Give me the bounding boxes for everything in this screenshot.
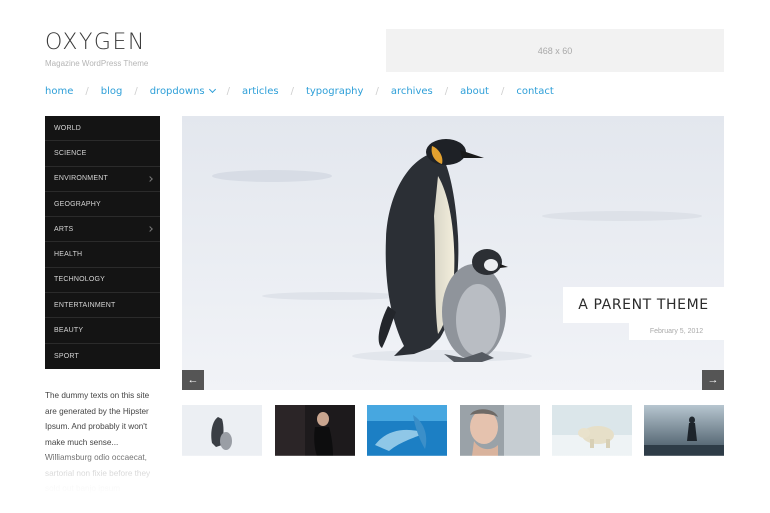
nav-articles[interactable]: articles — [242, 86, 279, 97]
category-label: GEOGRAPHY — [54, 200, 101, 208]
ad-banner[interactable]: 468 x 60 — [386, 29, 724, 72]
sidebar-text-line: are generated by the Hipster — [45, 406, 149, 416]
sidebar-text-line: The dummy texts on this site — [45, 391, 150, 400]
category-technology[interactable]: TECHNOLOGY — [45, 268, 160, 294]
category-sport[interactable]: SPORT — [45, 344, 160, 369]
featured-slider-image[interactable] — [182, 116, 724, 390]
category-label: ARTS — [54, 225, 74, 233]
nav-separator: / — [226, 86, 230, 97]
category-entertainment[interactable]: ENTERTAINMENT — [45, 293, 160, 319]
nav-separator: / — [134, 86, 138, 97]
nav-blog[interactable]: blog — [101, 86, 123, 97]
chevron-right-icon — [147, 175, 153, 182]
thumbnail-2[interactable] — [275, 405, 355, 456]
nav-separator: / — [290, 86, 294, 97]
sidebar-text-line: make much sense... — [45, 437, 119, 447]
nav-dropdowns-label: dropdowns — [149, 86, 205, 97]
category-label: SCIENCE — [54, 149, 87, 157]
polar-bear-thumb-image — [552, 405, 632, 456]
sidebar-text-line: Williamsburg odio occaecat, — [45, 453, 147, 462]
woman-portrait-thumb-image — [460, 405, 540, 456]
sidebar-text-line: Ipsum. And probably it won't — [45, 422, 148, 431]
nav-typography[interactable]: typography — [306, 86, 364, 97]
misty-figure-thumb-image — [644, 405, 724, 456]
category-label: TECHNOLOGY — [54, 276, 106, 284]
category-menu: WORLD SCIENCE ENVIRONMENT GEOGRAPHY ARTS… — [45, 116, 160, 369]
category-world[interactable]: WORLD — [45, 116, 160, 142]
thumbnail-4[interactable] — [460, 405, 540, 456]
category-label: WORLD — [54, 124, 82, 132]
slider-next-button[interactable]: → — [702, 370, 724, 390]
penguins-image — [182, 116, 724, 390]
ad-size-label: 468 x 60 — [537, 45, 573, 56]
category-label: ENVIRONMENT — [54, 175, 108, 183]
sidebar-text-line: sold out banjo ipsum — [45, 484, 121, 493]
category-beauty[interactable]: BEAUTY — [45, 318, 160, 344]
penguins-thumb-image — [182, 405, 262, 456]
main-nav: home / blog / dropdowns / articles / typ… — [45, 85, 554, 97]
category-arts[interactable]: ARTS — [45, 217, 160, 243]
nav-contact[interactable]: contact — [516, 86, 553, 97]
category-label: BEAUTY — [54, 327, 84, 335]
category-health[interactable]: HEALTH — [45, 242, 160, 268]
sidebar-text-line: sartorial non fixie before they — [45, 468, 151, 478]
thumbnail-6[interactable] — [644, 405, 724, 456]
slider-prev-button[interactable]: ← — [182, 370, 204, 390]
site-logo[interactable]: OXYGEN — [45, 30, 146, 55]
slide-date: February 5, 2012 — [629, 323, 724, 340]
nav-archives[interactable]: archives — [391, 86, 433, 97]
nav-dropdowns[interactable]: dropdowns — [149, 85, 216, 97]
category-environment[interactable]: ENVIRONMENT — [45, 167, 160, 192]
thumbnail-1[interactable] — [182, 405, 262, 456]
chevron-right-icon — [147, 226, 153, 233]
nav-about[interactable]: about — [460, 86, 489, 97]
chevron-down-icon — [208, 85, 216, 94]
nav-separator: / — [444, 86, 449, 97]
dolphin-underwater-thumb-image — [367, 405, 447, 456]
sidebar-text: The dummy texts on this site are generat… — [45, 388, 163, 497]
nav-separator: / — [500, 86, 505, 97]
category-label: ENTERTAINMENT — [54, 301, 116, 309]
arrow-right-icon: → — [707, 374, 719, 386]
category-geography[interactable]: GEOGRAPHY — [45, 192, 160, 218]
arrow-left-icon: ← — [187, 374, 199, 386]
slide-title[interactable]: A PARENT THEME — [563, 287, 724, 323]
nav-home[interactable]: home — [45, 86, 73, 97]
nav-separator: / — [375, 86, 379, 97]
thumbnail-5[interactable] — [552, 405, 632, 456]
site-tagline: Magazine WordPress Theme — [45, 59, 149, 68]
category-label: SPORT — [54, 352, 79, 360]
nav-separator: / — [85, 86, 89, 97]
thumbnail-3[interactable] — [367, 405, 447, 456]
category-label: HEALTH — [54, 251, 83, 259]
category-science[interactable]: SCIENCE — [45, 141, 160, 167]
woman-dark-thumb-image — [275, 405, 355, 456]
